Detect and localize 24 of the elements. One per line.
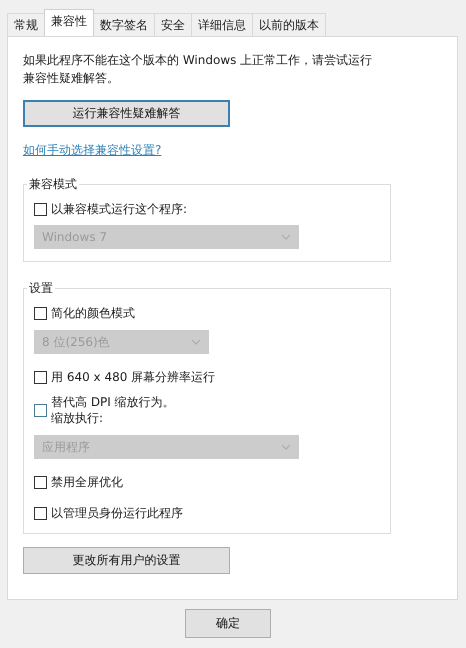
tab[interactable]: 以前的版本 <box>252 13 326 36</box>
checkbox[interactable] <box>34 404 47 416</box>
tab[interactable]: 常规 <box>7 13 45 36</box>
checkbox-label: 简化的颜色模式 <box>51 305 135 321</box>
checkbox[interactable] <box>34 506 47 520</box>
chevron-down-icon <box>281 234 291 240</box>
ok-button[interactable]: 确定 <box>185 609 271 638</box>
chevron-down-icon <box>281 444 291 450</box>
checkbox-label: 以管理员身份运行此程序 <box>51 505 183 521</box>
all-users-button[interactable]: 更改所有用户的设置 <box>23 547 230 574</box>
checkbox-label: 缩放执行: <box>51 410 104 426</box>
checkbox-label: 用 640 x 480 屏幕分辨率运行 <box>51 369 216 385</box>
troubleshoot-button[interactable]: 运行兼容性疑难解答 <box>23 100 230 127</box>
checkbox[interactable] <box>34 306 47 320</box>
description-text: 如果此程序不能在这个版本的 Windows 上正常工作，请尝试运行兼容性疑难解答。 <box>23 52 373 87</box>
checkbox-label: 以兼容模式运行这个程序: <box>51 201 188 217</box>
checkbox[interactable] <box>34 476 47 488</box>
checkbox-label: 替代高 DPI 缩放行为。 <box>51 394 175 410</box>
help-link[interactable]: 如何手动选择兼容性设置? <box>23 142 162 159</box>
tab[interactable]: 兼容性 <box>44 9 94 36</box>
chevron-down-icon <box>191 339 201 345</box>
checkbox[interactable] <box>34 202 47 216</box>
checkbox-label: 禁用全屏优化 <box>51 474 123 490</box>
checkbox[interactable] <box>34 370 47 384</box>
